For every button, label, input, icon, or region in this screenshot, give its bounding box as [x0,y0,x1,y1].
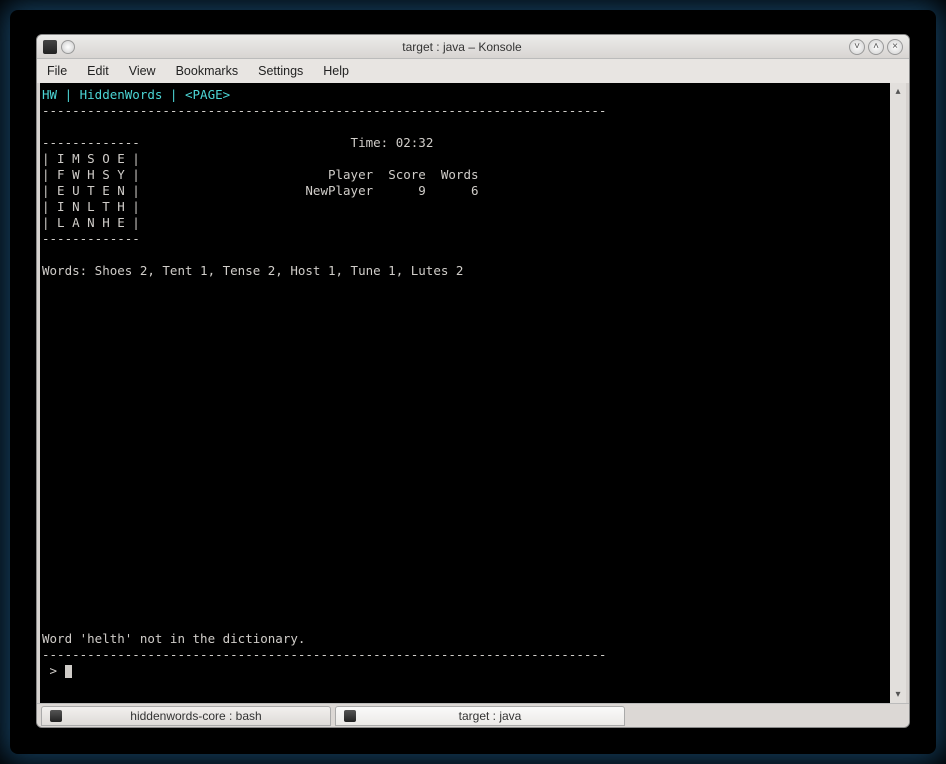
menu-settings[interactable]: Settings [258,64,303,78]
scroll-down-icon[interactable]: ▾ [895,689,900,700]
titlebar[interactable]: target : java – Konsole ˅ ˄ × [37,35,909,59]
maximize-button[interactable]: ˄ [868,39,884,55]
terminal-icon [344,710,356,722]
board-bot: ------------- [42,231,140,246]
board-top: ------------- [42,135,140,150]
cursor [65,665,72,678]
scrollbar[interactable]: ▴ ▾ [890,83,906,703]
tab-hiddenwords-bash[interactable]: hiddenwords-core : bash [41,706,331,726]
board-row: | L A N H E | [42,215,140,230]
konsole-window: target : java – Konsole ˅ ˄ × File Edit … [36,34,910,728]
scroll-up-icon[interactable]: ▴ [895,86,900,97]
menu-bookmarks[interactable]: Bookmarks [176,64,239,78]
menu-help[interactable]: Help [323,64,349,78]
tab-bar: hiddenwords-core : bash target : java [37,703,909,727]
tab-target-java[interactable]: target : java [335,706,625,726]
prompt: > [42,663,65,678]
board-row: | F W H S Y | [42,167,140,182]
error-line: Word 'helth' not in the dictionary. [42,631,305,646]
terminal-output[interactable]: HW | HiddenWords | <PAGE> --------------… [40,83,890,703]
term-header: HW | HiddenWords | <PAGE> [42,87,230,102]
close-button[interactable]: × [887,39,903,55]
menubar: File Edit View Bookmarks Settings Help [37,59,909,83]
tab-label: hiddenwords-core : bash [70,709,322,723]
board-row: | I N L T H | [42,199,140,214]
score-header: Player Score Words [140,167,479,182]
words-line: Words: Shoes 2, Tent 1, Tense 2, Host 1,… [42,263,463,278]
menu-edit[interactable]: Edit [87,64,109,78]
board-row: | E U T E N | [42,183,140,198]
minimize-button[interactable]: ˅ [849,39,865,55]
pin-button[interactable] [61,40,75,54]
divider: ----------------------------------------… [42,647,606,662]
terminal-icon [50,710,62,722]
menu-view[interactable]: View [129,64,156,78]
window-title: target : java – Konsole [75,40,849,54]
time-line: Time: 02:32 [140,135,434,150]
board-row: | I M S O E | [42,151,140,166]
tab-label: target : java [364,709,616,723]
menu-file[interactable]: File [47,64,67,78]
score-row: NewPlayer 9 6 [140,183,479,198]
app-icon [43,40,57,54]
divider: ----------------------------------------… [42,103,606,118]
